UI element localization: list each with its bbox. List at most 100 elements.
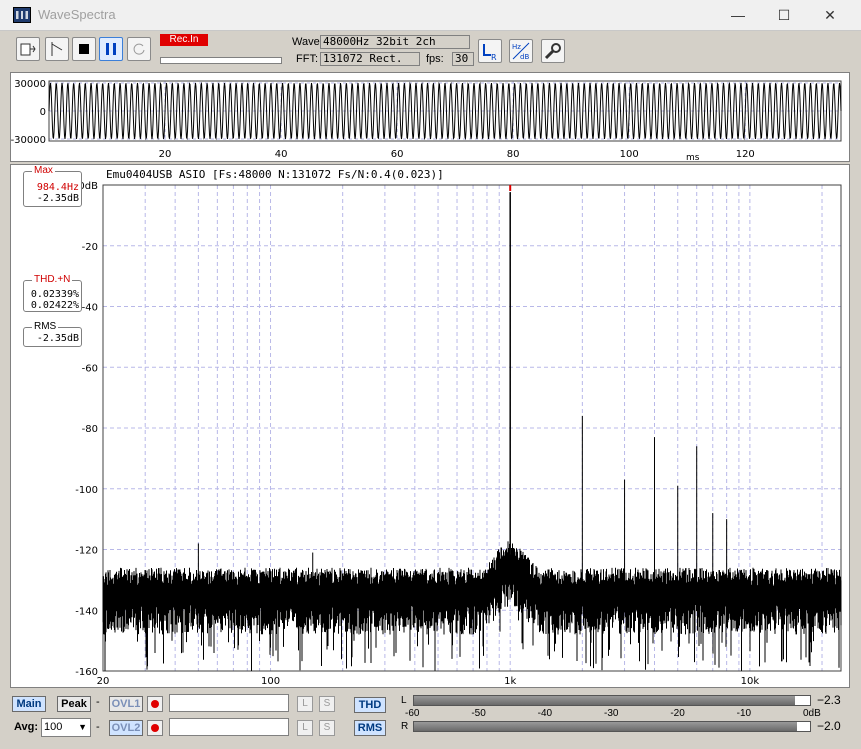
- wave-format-field: 48000Hz 32bit 2ch: [320, 35, 470, 49]
- meter-l-label: L: [401, 695, 407, 706]
- wave-x-tick: 20: [159, 149, 172, 160]
- meter-tick: -20: [670, 708, 685, 719]
- s-button-2[interactable]: S: [319, 720, 335, 736]
- spectrum-y-tick: -60: [82, 363, 98, 374]
- minimize-button[interactable]: —: [715, 0, 761, 31]
- meter-l-value: −2.3: [817, 693, 841, 707]
- hz-db-button[interactable]: Hz dB: [509, 39, 533, 63]
- noise-floor-trace: [102, 541, 842, 671]
- maximize-button[interactable]: ☐: [761, 0, 807, 31]
- wave-x-tick: 60: [391, 149, 404, 160]
- peak-button[interactable]: Peak: [57, 696, 91, 712]
- meter-tick: -60: [405, 708, 420, 719]
- level-meter: L −2.3 -60 -50 -40 -30 -20 -10 0dB R −2.0: [397, 693, 861, 743]
- settings-button[interactable]: [541, 39, 565, 63]
- avg-label: Avg:: [14, 721, 39, 733]
- meter-tick: -10: [736, 708, 752, 719]
- rms-value: -2.35dB: [36, 333, 79, 344]
- meter-tick: 0dB: [803, 708, 821, 719]
- open-file-icon: [20, 43, 36, 56]
- close-button[interactable]: ✕: [807, 0, 853, 31]
- meter-l-bar: [413, 695, 811, 706]
- spectrum-header: Emu0404USB ASIO [Fs:48000 N:131072 Fs/N:…: [106, 168, 444, 181]
- record-dot-2-icon[interactable]: [147, 720, 163, 736]
- l-button-1[interactable]: L: [297, 696, 313, 712]
- meter-r-label: R: [401, 721, 409, 732]
- rms-button[interactable]: RMS: [354, 720, 386, 736]
- spectrum-x-tick: 100: [261, 676, 280, 687]
- waveform-plot: 30000 0 -30000 20 40 60 80 100 120 ms: [11, 79, 842, 163]
- spectrum-y-tick: -80: [82, 424, 98, 435]
- fft-size-field: 131072 Rect.: [320, 52, 420, 66]
- thd-title: THD.+N: [32, 274, 73, 285]
- wave-y-tick: 0: [40, 107, 46, 118]
- rec-input-label: Rec.In: [160, 34, 208, 46]
- spectrum-panel[interactable]: 0dB -20 -40 -60 -80 -100 -120 -140 -160 20 100 1k 10…: [10, 164, 850, 688]
- rms-title: RMS: [32, 321, 59, 332]
- toolbar: Rec.In Wave: 48000Hz 32bit 2ch FFT: 1310…: [0, 31, 861, 69]
- meter-r-value: −2.0: [817, 719, 841, 733]
- dash-2: -: [96, 721, 100, 733]
- thd-readout: THD.+N 0.02339% 0.02422%: [23, 274, 82, 312]
- window-title: WaveSpectra: [38, 7, 116, 22]
- fft-label: FFT:: [296, 53, 318, 65]
- hz-db-icon: Hz dB: [512, 42, 529, 61]
- rms-readout: RMS -2.35dB: [23, 321, 82, 347]
- avg-value: 100: [44, 721, 63, 733]
- ovl1-button[interactable]: OVL1: [109, 696, 143, 712]
- marker-icon: [51, 42, 63, 56]
- meter-r-bar: [413, 721, 811, 732]
- app-icon[interactable]: [13, 7, 31, 23]
- spectrum-x-tick: 20: [97, 676, 110, 687]
- lr-channel-button[interactable]: R: [478, 39, 502, 63]
- wave-x-tick: 40: [275, 149, 288, 160]
- meter-l-fill: [414, 696, 795, 705]
- reload-icon: [133, 43, 145, 55]
- bottom-panel: Main Peak - OVL1 L S Avg: 100 ▼ - OVL2 L…: [0, 690, 861, 749]
- fps-label: fps:: [426, 53, 444, 65]
- avg-select[interactable]: 100 ▼: [41, 718, 91, 737]
- title-bar: WaveSpectra — ☐ ✕: [0, 0, 861, 31]
- main-button[interactable]: Main: [12, 696, 46, 712]
- wave-x-unit: ms: [686, 153, 700, 163]
- wave-x-tick: 120: [736, 149, 755, 160]
- meter-tick: -50: [471, 708, 486, 719]
- stop-button[interactable]: [72, 37, 96, 61]
- spectrum-plot: 0dB-20-40-60-80-100-120-140-16020 100 1k 10…: [75, 168, 842, 687]
- l-button-2[interactable]: L: [297, 720, 313, 736]
- meter-tick: -40: [537, 708, 553, 719]
- spectrum-x-tick: 10k: [741, 676, 760, 687]
- spectrum-y-tick: -160: [75, 667, 98, 678]
- reload-button[interactable]: [127, 37, 151, 61]
- lr-channel-icon: R: [483, 44, 497, 62]
- meter-tick: -30: [604, 708, 619, 719]
- ovl1-field[interactable]: [169, 694, 289, 712]
- thd-left-value: 0.02339%: [30, 289, 79, 300]
- max-level: -2.35dB: [36, 193, 79, 204]
- spectrum-y-tick: -20: [82, 242, 98, 253]
- fps-field: 30: [452, 52, 474, 66]
- thd-right-value: 0.02422%: [30, 300, 79, 311]
- ovl2-button[interactable]: OVL2: [109, 720, 143, 736]
- open-file-button[interactable]: [16, 37, 40, 61]
- svg-text:R: R: [491, 53, 497, 61]
- spectrum-y-tick: -120: [75, 546, 98, 557]
- settings-wrench-icon: [544, 43, 561, 60]
- spectrum-y-tick: -40: [82, 303, 98, 314]
- record-dot-1-icon[interactable]: [147, 696, 163, 712]
- max-title: Max: [32, 165, 55, 176]
- stop-icon: [79, 44, 89, 54]
- marker-button[interactable]: [45, 37, 69, 61]
- waveform-panel[interactable]: 30000 0 -30000 20 40 60 80 100 120 ms: [10, 72, 850, 163]
- thd-button[interactable]: THD: [354, 697, 386, 713]
- s-button-1[interactable]: S: [319, 696, 335, 712]
- ovl2-field[interactable]: [169, 718, 289, 736]
- wave-label: Wave:: [292, 36, 323, 48]
- wave-x-tick: 100: [620, 149, 639, 160]
- pause-button[interactable]: [99, 37, 123, 61]
- svg-text:dB: dB: [520, 53, 529, 61]
- max-readout: Max 984.4Hz -2.35dB: [23, 165, 82, 207]
- rec-level-slider[interactable]: [160, 57, 282, 64]
- spectrum-y-tick: -140: [75, 606, 98, 617]
- pause-icon: [106, 43, 116, 55]
